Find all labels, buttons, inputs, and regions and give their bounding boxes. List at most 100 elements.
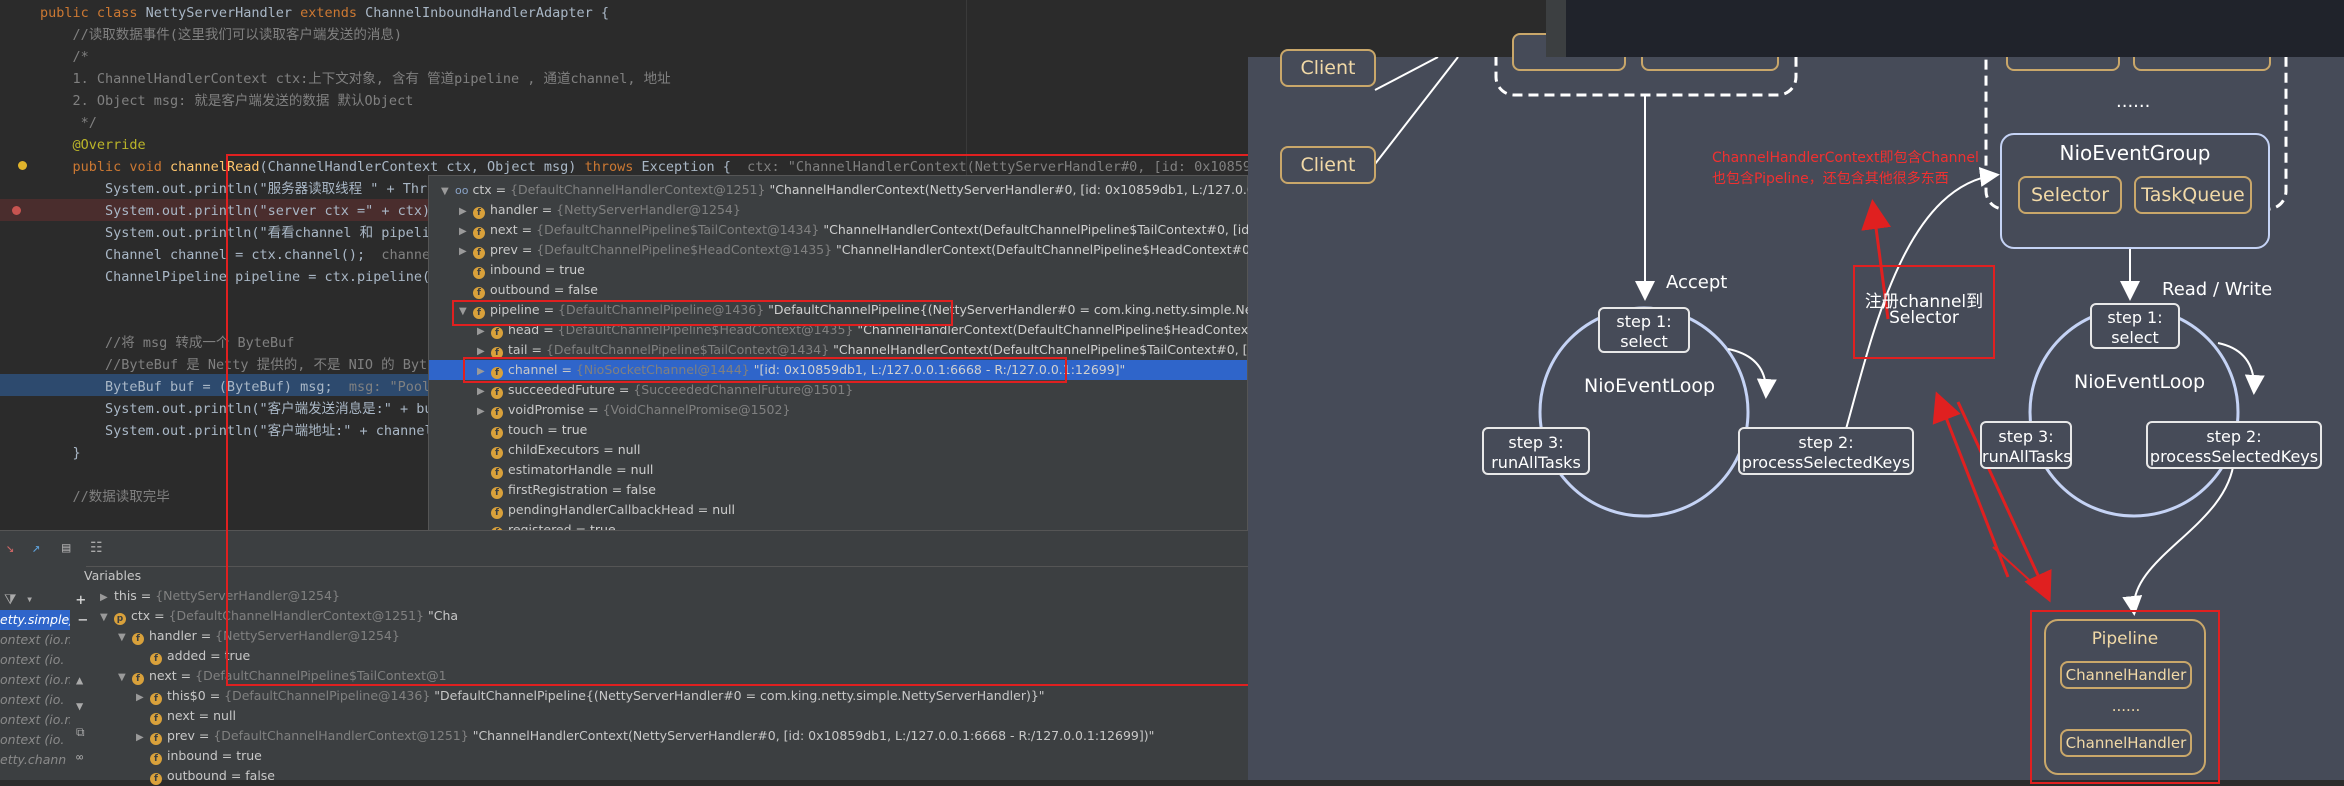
tree-row[interactable]: f next = null — [136, 706, 236, 726]
nio-taskqueue-box: TaskQueue — [2134, 176, 2252, 214]
code-token: NettyServerHandler — [145, 5, 301, 21]
var-name: ctx — [131, 608, 151, 623]
expand-arrow-icon[interactable]: ▼ — [100, 608, 114, 628]
expand-arrow-icon[interactable]: ▶ — [100, 588, 114, 608]
dropdown-icon[interactable]: ▾ — [26, 592, 33, 606]
nio-event-group-title: NioEventGroup — [2059, 141, 2211, 165]
table-icon[interactable]: ☷ — [90, 540, 103, 556]
left-loop-title: NioEventLoop — [1584, 375, 1716, 397]
tree-row[interactable]: f inbound = true — [136, 746, 262, 766]
equals-sign: = — [194, 708, 214, 723]
expand-arrow-icon[interactable]: ▶ — [136, 688, 150, 708]
code-line[interactable]: /* — [40, 46, 89, 68]
evaluate-icon[interactable]: ▤ — [62, 540, 70, 556]
channel-handler-1: ChannelHandler — [2060, 661, 2192, 689]
code-line[interactable]: 2. Object msg: 就是客户端发送的数据 默认Object — [40, 90, 414, 112]
register-label-2: Selector — [1889, 308, 1959, 328]
netty-diagram: Client Client ...... NioEventGroup Selec… — [1248, 33, 2344, 784]
tree-row[interactable]: ▶ f prev = {DefaultChannelHandlerContext@1… — [136, 726, 1154, 746]
left-step3-text: runAllTasks — [1491, 453, 1581, 472]
field-icon: f — [150, 693, 162, 705]
filter-icon[interactable]: ⧩ — [4, 592, 17, 608]
equals-sign: = — [136, 588, 156, 603]
code-line[interactable]: } — [40, 442, 81, 464]
field-icon: f — [150, 773, 162, 785]
code-token: //数据读取完毕 — [40, 489, 170, 505]
frame-item[interactable]: etty.simple) — [0, 610, 70, 630]
code-line[interactable]: @Override — [40, 134, 146, 156]
step-out-icon[interactable]: ↗ — [32, 540, 40, 556]
right-step1-text: select — [2111, 328, 2159, 347]
left-step2-text: processSelectedKeys — [1741, 453, 1911, 472]
var-name: this — [114, 588, 137, 603]
frame-item[interactable]: ontext (io.ne — [0, 670, 70, 690]
down-icon[interactable]: ▼ — [76, 699, 83, 713]
breakpoint-icon[interactable] — [12, 206, 21, 215]
expand-arrow-icon[interactable]: ▼ — [118, 668, 132, 688]
remove-watch-icon[interactable]: − — [78, 610, 88, 629]
copy-icon[interactable]: ⧉ — [76, 725, 85, 740]
tree-row[interactable]: ▶ f this$0 = {DefaultChannelPipeline@1436}… — [136, 686, 1045, 706]
var-value: null — [213, 708, 236, 723]
accept-label: Accept — [1666, 272, 1728, 293]
field-icon: f — [150, 653, 162, 665]
right-step3-box: step 3: runAllTasks — [1980, 421, 2072, 469]
frame-item[interactable]: etty.chann — [0, 750, 70, 770]
variables-title: Variables — [84, 568, 142, 583]
expand-arrow-icon[interactable]: ▼ — [118, 628, 132, 648]
var-value: true — [236, 748, 262, 763]
var-name: outbound — [167, 768, 227, 783]
pipeline-title: Pipeline — [2091, 629, 2159, 649]
step-into-icon[interactable]: ↘ — [6, 540, 14, 556]
frame-item[interactable]: ontext (io. — [0, 650, 70, 670]
frame-item[interactable]: ontext (io.n — [0, 710, 70, 730]
frame-item[interactable]: ontext (io. — [0, 690, 70, 710]
field-icon: f — [132, 633, 144, 645]
left-step3-title: step 3: — [1508, 433, 1564, 452]
client-box-2: Client — [1280, 146, 1376, 184]
pipeline-dots: ...... — [2111, 697, 2141, 715]
popup-red-frame — [226, 154, 1250, 686]
var-value: "ChannelHandlerContext(NettyServerHandle… — [472, 728, 1155, 743]
frame-item[interactable]: ontext (io.n — [0, 630, 70, 650]
group-dots: ...... — [2116, 91, 2151, 112]
code-token: public void — [40, 159, 171, 175]
var-name: next — [149, 668, 177, 683]
code-token: 2. Object msg: 就是客户端发送的数据 默认Object — [40, 93, 414, 109]
right-step3-title: step 3: — [1998, 427, 2054, 446]
var-name: handler — [149, 628, 197, 643]
read-write-label: Read / Write — [2162, 279, 2273, 300]
field-icon: f — [150, 753, 162, 765]
code-line[interactable]: public class NettyServerHandler extends … — [40, 2, 609, 24]
code-line[interactable]: //读取数据事件(这里我们可以读取客户端发送的消息) — [40, 24, 403, 46]
add-watch-icon[interactable]: + — [76, 590, 86, 609]
code-line[interactable]: */ — [40, 112, 97, 134]
channel-handler-2: ChannelHandler — [2060, 729, 2192, 757]
var-type: {DefaultChannelPipeline@1436} — [224, 688, 431, 703]
equals-sign: = — [205, 688, 225, 703]
tree-row[interactable]: f outbound = false — [136, 766, 275, 786]
equals-sign: = — [194, 728, 214, 743]
code-line[interactable]: //数据读取完毕 — [40, 486, 170, 508]
code-line[interactable]: 1. ChannelHandlerContext ctx:上下文对象, 含有 管… — [40, 68, 671, 90]
code-token: public class — [40, 5, 146, 21]
left-step1-title: step 1: — [1616, 312, 1672, 331]
left-step1-text: select — [1620, 332, 1668, 351]
frame-item[interactable]: ontext (io. — [0, 730, 70, 750]
nio-selector-box: Selector — [2018, 176, 2122, 214]
field-icon: f — [150, 733, 162, 745]
up-icon[interactable]: ▲ — [76, 673, 83, 687]
var-name: inbound — [167, 748, 218, 763]
var-name: added — [167, 648, 207, 663]
expand-arrow-icon[interactable]: ▶ — [136, 728, 150, 748]
var-name: prev — [167, 728, 195, 743]
right-step2-box: step 2: processSelectedKeys — [2146, 421, 2322, 469]
side-tab-bar — [1546, 0, 1566, 57]
glasses-icon[interactable]: ∞ — [76, 750, 83, 764]
lightbulb-icon[interactable] — [18, 161, 27, 170]
right-step1-title: step 1: — [2107, 308, 2163, 327]
right-step3-text: runAllTasks — [1982, 447, 2072, 466]
var-value: "DefaultChannelPipeline{(NettyServerHand… — [434, 688, 1045, 703]
var-name: this$0 — [167, 688, 206, 703]
equals-sign: = — [206, 648, 225, 663]
